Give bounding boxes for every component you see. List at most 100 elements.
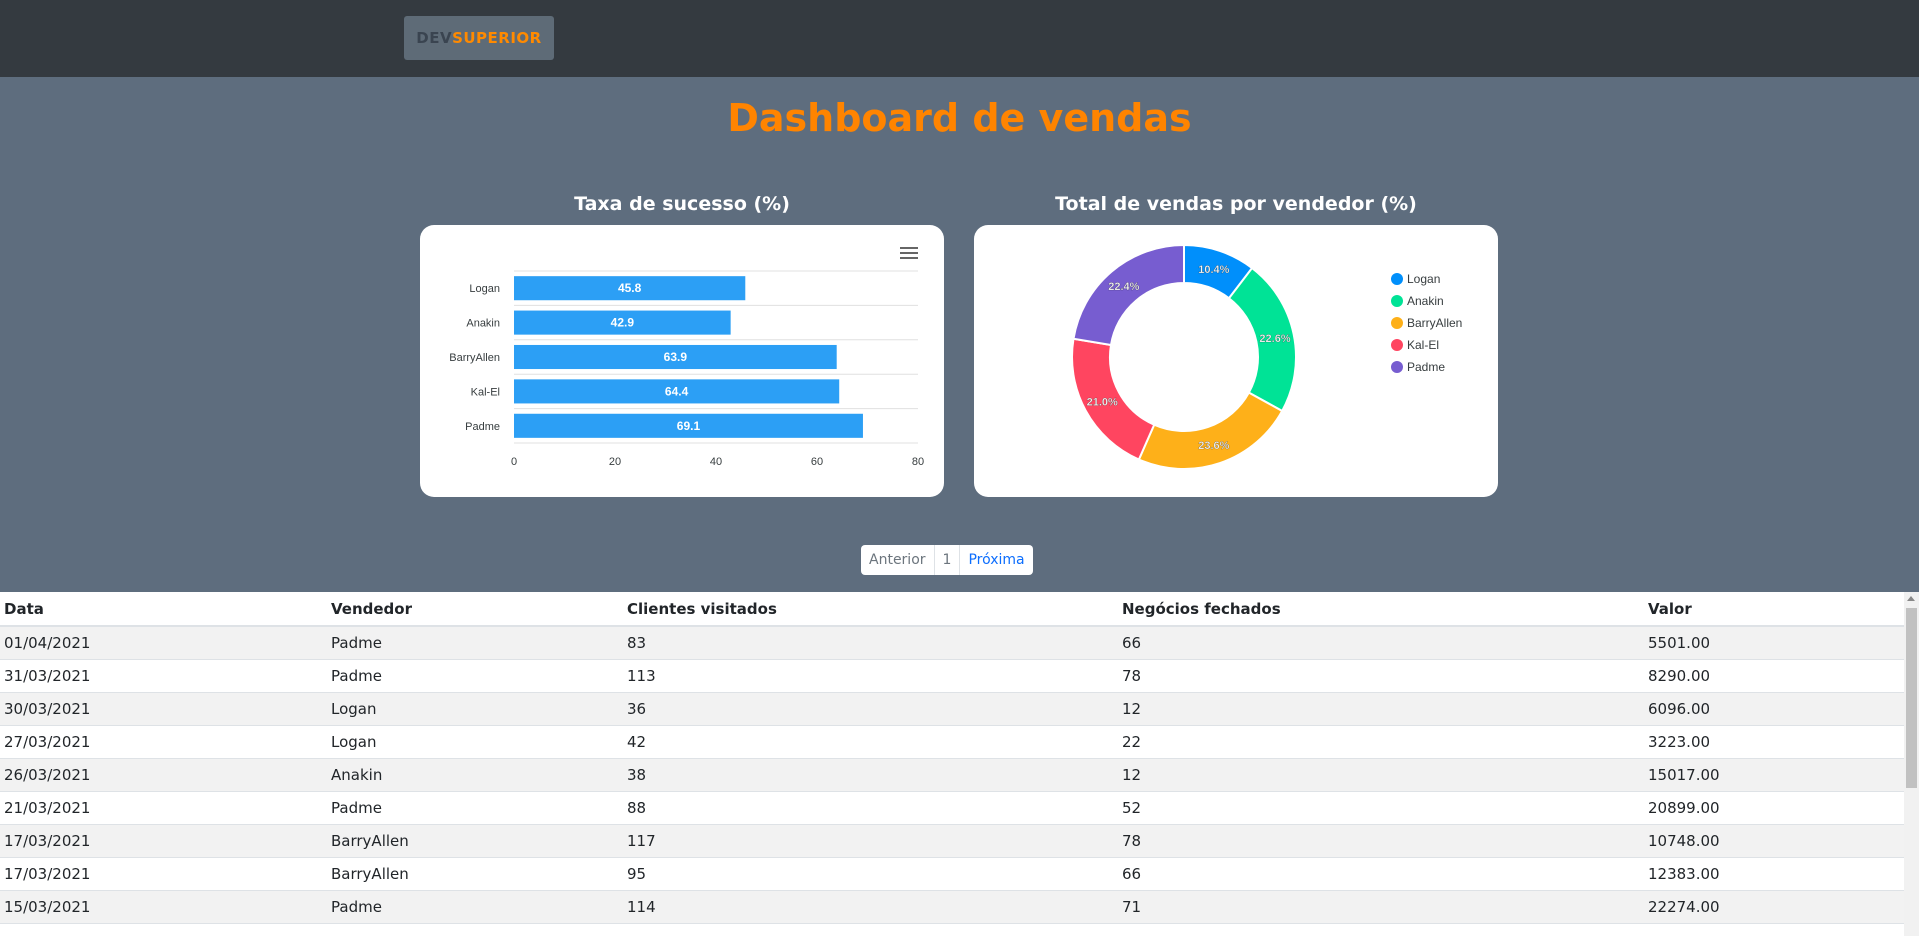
cell-vendedor: BarryAllen	[327, 824, 623, 858]
cell-clientes: 95	[623, 857, 1118, 891]
bar-category-label: Anakin	[466, 318, 500, 330]
cell-data: 21/03/2021	[0, 791, 327, 825]
sales-table: Data Vendedor Clientes visitados Negócio…	[0, 592, 1904, 924]
cell-negocios: 78	[1118, 824, 1644, 858]
x-tick-label: 0	[511, 456, 517, 468]
cell-vendedor: Padme	[327, 890, 623, 924]
page-title: Dashboard de vendas	[727, 96, 1192, 140]
cell-valor: 5501.00	[1644, 626, 1904, 660]
table-header-row: Data Vendedor Clientes visitados Negócio…	[0, 592, 1904, 627]
donut-data-label: 22.4%	[1108, 281, 1139, 293]
donut-legend: Logan Anakin BarryAllen Kal-El Padme	[1391, 268, 1462, 378]
legend-item[interactable]: Anakin	[1391, 290, 1462, 312]
table-row: 01/04/2021 Padme 83 66 5501.00	[0, 626, 1904, 660]
table-row: 17/03/2021 BarryAllen 117 78 10748.00	[0, 824, 1904, 858]
cell-data: 31/03/2021	[0, 659, 327, 693]
legend-item[interactable]: Logan	[1391, 268, 1462, 290]
table-row: 30/03/2021 Logan 36 12 6096.00	[0, 692, 1904, 726]
bar-chart-title: Taxa de sucesso (%)	[574, 193, 790, 215]
cell-data: 15/03/2021	[0, 890, 327, 924]
cell-negocios: 12	[1118, 692, 1644, 726]
table-scrollbar[interactable]	[1904, 592, 1919, 936]
bar-data-label: 63.9	[664, 350, 688, 364]
x-tick-label: 60	[811, 456, 823, 468]
scroll-up-arrow-icon[interactable]	[1907, 596, 1915, 601]
cell-negocios: 66	[1118, 857, 1644, 891]
cell-vendedor: BarryAllen	[327, 857, 623, 891]
cell-negocios: 52	[1118, 791, 1644, 825]
cell-vendedor: Padme	[327, 659, 623, 693]
legend-label: Kal-El	[1407, 338, 1440, 352]
bar-chart: 45.8 Logan 42.9 Anakin 63.9 BarryAllen 64.4 Kal…	[449, 270, 924, 468]
column-header-valor[interactable]: Valor	[1644, 592, 1904, 627]
bar-category-label: Padme	[465, 421, 500, 433]
cell-negocios: 78	[1118, 659, 1644, 693]
cell-data: 30/03/2021	[0, 692, 327, 726]
pagination-page-1[interactable]: 1	[935, 545, 961, 575]
cell-clientes: 88	[623, 791, 1118, 825]
cell-negocios: 71	[1118, 890, 1644, 924]
bar-data-label: 69.1	[677, 419, 701, 433]
devsuperior-logo[interactable]: DEV SUPERIOR	[404, 16, 554, 60]
cell-valor: 12383.00	[1644, 857, 1904, 891]
column-header-vendedor[interactable]: Vendedor	[327, 592, 623, 627]
column-header-data[interactable]: Data	[0, 592, 327, 627]
legend-marker	[1391, 273, 1403, 285]
sales-table-container: Data Vendedor Clientes visitados Negócio…	[0, 592, 1919, 936]
cell-vendedor: Padme	[327, 791, 623, 825]
cell-clientes: 42	[623, 725, 1118, 759]
x-tick-label: 80	[912, 456, 924, 468]
legend-marker	[1391, 295, 1403, 307]
scrollbar-thumb[interactable]	[1906, 608, 1917, 788]
table-row: 27/03/2021 Logan 42 22 3223.00	[0, 725, 1904, 759]
table-row: 21/03/2021 Padme 88 52 20899.00	[0, 791, 1904, 825]
cell-clientes: 38	[623, 758, 1118, 792]
bar-data-label: 64.4	[665, 384, 689, 398]
legend-item[interactable]: Padme	[1391, 356, 1462, 378]
cell-negocios: 22	[1118, 725, 1644, 759]
legend-label: Anakin	[1407, 294, 1444, 308]
donut-data-label: 21.0%	[1087, 396, 1118, 408]
cell-vendedor: Logan	[327, 692, 623, 726]
cell-valor: 3223.00	[1644, 725, 1904, 759]
bar-category-label: Kal-El	[471, 386, 500, 398]
cell-clientes: 117	[623, 824, 1118, 858]
column-header-negocios[interactable]: Negócios fechados	[1118, 592, 1644, 627]
pagination: Anterior 1 Próxima	[861, 545, 1033, 575]
legend-marker	[1391, 339, 1403, 351]
navbar: DEV SUPERIOR	[0, 0, 1919, 77]
pagination-next-button[interactable]: Próxima	[960, 545, 1032, 575]
cell-negocios: 66	[1118, 626, 1644, 660]
cell-valor: 15017.00	[1644, 758, 1904, 792]
cell-data: 01/04/2021	[0, 626, 327, 660]
legend-item[interactable]: Kal-El	[1391, 334, 1462, 356]
donut-slice-padme[interactable]	[1072, 243, 1185, 347]
bar-data-label: 45.8	[618, 281, 642, 295]
cell-clientes: 114	[623, 890, 1118, 924]
legend-label: Padme	[1407, 360, 1446, 374]
legend-marker	[1391, 361, 1403, 373]
donut-chart-card: 10.4% 22.6% 23.6% 21.0% 22.4% Logan Anakin Bar…	[974, 225, 1498, 497]
cell-vendedor: Logan	[327, 725, 623, 759]
cell-data: 27/03/2021	[0, 725, 327, 759]
donut-slice-barryallen[interactable]	[1137, 391, 1284, 470]
cell-valor: 20899.00	[1644, 791, 1904, 825]
legend-item[interactable]: BarryAllen	[1391, 312, 1462, 334]
legend-label: BarryAllen	[1407, 316, 1463, 330]
bar-data-label: 42.9	[611, 316, 635, 330]
bar-category-label: BarryAllen	[449, 352, 500, 364]
logo-text-superior: SUPERIOR	[452, 29, 542, 47]
pagination-previous-button[interactable]: Anterior	[861, 545, 935, 575]
cell-data: 17/03/2021	[0, 824, 327, 858]
table-row: 17/03/2021 BarryAllen 95 66 12383.00	[0, 857, 1904, 891]
donut-chart-title: Total de vendas por vendedor (%)	[1055, 193, 1417, 215]
cell-negocios: 12	[1118, 758, 1644, 792]
column-header-clientes[interactable]: Clientes visitados	[623, 592, 1118, 627]
donut-data-label: 22.6%	[1259, 333, 1290, 345]
cell-vendedor: Anakin	[327, 758, 623, 792]
bar-chart-card: 45.8 Logan 42.9 Anakin 63.9 BarryAllen 64.4 Kal…	[420, 225, 944, 497]
table-row: 15/03/2021 Padme 114 71 22274.00	[0, 890, 1904, 924]
donut-data-label: 10.4%	[1198, 264, 1229, 276]
cell-clientes: 36	[623, 692, 1118, 726]
legend-marker	[1391, 317, 1403, 329]
